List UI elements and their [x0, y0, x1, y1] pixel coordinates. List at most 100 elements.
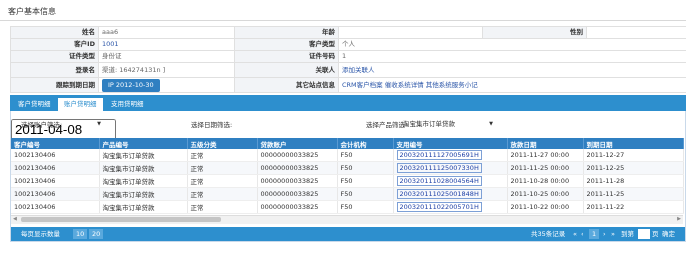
detail-tabs: 客户贷明细 账户贷明细 支用贷明细: [10, 95, 686, 111]
cell-client-no: 1002130406: [11, 200, 100, 214]
cell-classification: 正常: [187, 200, 258, 214]
client-id-label: 客户ID: [10, 38, 99, 51]
page-number-input[interactable]: [638, 229, 650, 239]
header-accounting-org[interactable]: 会计机构: [337, 138, 394, 149]
tab-account-loans[interactable]: 账户贷明细: [58, 98, 103, 111]
product-filter-value: 淘宝集市订单贷款: [403, 120, 455, 128]
next-page-button[interactable]: ›: [603, 227, 606, 241]
cell-due-date: 2011-11-22: [583, 200, 684, 214]
age-label: 年龄: [234, 26, 339, 39]
cell-product-no: 淘宝集市订单贷款: [99, 161, 188, 175]
page-size-label: 每页显示数量: [21, 230, 60, 238]
cell-accounting-org: F50: [337, 187, 394, 201]
id-number-value: 1: [338, 50, 686, 63]
followup-date-button[interactable]: IP 2012-10-30: [102, 79, 160, 92]
tab-customer-loans[interactable]: 客户贷明细: [12, 98, 57, 111]
header-drawdown-no[interactable]: 支用编号: [393, 138, 508, 149]
first-page-button[interactable]: «: [573, 227, 577, 241]
cell-loan-account: 00000000033825: [257, 174, 338, 188]
table-row[interactable]: 1002130406 淘宝集市订单贷款 正常 00000000033825 F5…: [11, 161, 684, 175]
cell-accounting-org: F50: [337, 174, 394, 188]
header-loan-date[interactable]: 放款日期: [507, 138, 584, 149]
login-label: 登录名: [10, 62, 99, 78]
pagination-bar: 每页显示数量 10 20 共35条记录 « ‹ 1 › » 到第 页 确定: [11, 227, 685, 241]
cell-loan-date: 2011-10-28 00:00: [507, 174, 584, 188]
client-type-value: 个人: [338, 38, 686, 51]
other-site-label: 其它站点信息: [234, 77, 339, 93]
chevron-down-icon: ▼: [489, 121, 493, 127]
name-label: 姓名: [10, 26, 99, 39]
drawdown-link[interactable]: 200320111025001848H: [396, 189, 482, 199]
cell-classification: 正常: [187, 161, 258, 175]
tab-drawdown-loans[interactable]: 支用贷明细: [105, 98, 150, 111]
cell-accounting-org: F50: [337, 161, 394, 175]
contact-label: 关联人: [234, 62, 339, 78]
goto-confirm-button[interactable]: 确定: [662, 227, 675, 241]
page-size-10[interactable]: 10: [73, 229, 88, 239]
goto-label: 到第: [621, 230, 634, 238]
chevron-down-icon: ▼: [97, 121, 101, 127]
id-number-label: 证件号码: [234, 50, 339, 63]
page-header: 客户基本信息: [0, 0, 686, 21]
cell-loan-date: 2011-11-27 00:00: [507, 149, 584, 162]
scroll-left-icon[interactable]: ◀: [13, 216, 17, 222]
table-row[interactable]: 1002130406 淘宝集市订单贷款 正常 00000000033825 F5…: [11, 200, 684, 214]
drawdown-link[interactable]: 200320111022005701H: [396, 202, 482, 212]
customer-info-table: 姓名 aaa6 年龄 性别 客户ID 1001 客户类型 个人 证件类型 身份证…: [10, 26, 686, 93]
account-filter-select[interactable]: ▼: [71, 119, 101, 130]
drawdown-link[interactable]: 200320111125007330H: [396, 163, 482, 173]
cell-product-no: 淘宝集市订单贷款: [99, 149, 188, 162]
cell-product-no: 淘宝集市订单贷款: [99, 187, 188, 201]
header-classification[interactable]: 五级分类: [187, 138, 258, 149]
cell-classification: 正常: [187, 174, 258, 188]
table-header-row: 客户编号 产品编号 五级分类 贷款账户 会计机构 支用编号 放款日期 到期日期: [11, 138, 684, 149]
cell-client-no: 1002130406: [11, 174, 100, 188]
header-loan-account[interactable]: 贷款账户: [257, 138, 338, 149]
add-contact-link[interactable]: 添加关联人: [338, 62, 686, 78]
horizontal-scrollbar[interactable]: ◀ ▶: [11, 215, 683, 224]
table-row[interactable]: 1002130406 淘宝集市订单贷款 正常 00000000033825 F5…: [11, 174, 684, 188]
cell-loan-date: 2011-10-25 00:00: [507, 187, 584, 201]
page-size-20[interactable]: 20: [89, 229, 104, 239]
cell-loan-account: 00000000033825: [257, 149, 338, 162]
account-filter-label: 选择账户筛选:: [21, 121, 63, 129]
header-due-date[interactable]: 到期日期: [583, 138, 684, 149]
cell-client-no: 1002130406: [11, 161, 100, 175]
id-type-value: 身份证: [98, 50, 235, 63]
gender-value: [586, 26, 686, 39]
cell-loan-account: 00000000033825: [257, 161, 338, 175]
scroll-right-icon[interactable]: ▶: [677, 216, 681, 222]
cell-due-date: 2011-12-27: [583, 149, 684, 162]
cell-drawdown-no: 200320111022005701H: [393, 200, 508, 214]
product-filter-label: 选择产品筛选:: [366, 121, 408, 129]
cell-classification: 正常: [187, 187, 258, 201]
cell-loan-date: 2011-11-25 00:00: [507, 161, 584, 175]
followup-date-label: 跟踪到期日期: [10, 77, 99, 93]
id-type-label: 证件类型: [10, 50, 99, 63]
cell-due-date: 2011-11-28: [583, 174, 684, 188]
cell-loan-date: 2011-10-22 00:00: [507, 200, 584, 214]
cell-drawdown-no: 200320111025001848H: [393, 187, 508, 201]
client-id-value: 1001: [98, 38, 235, 51]
cell-accounting-org: F50: [337, 200, 394, 214]
other-site-links[interactable]: CRM客户档案 催收系统详情 其他系统服务小记: [338, 77, 686, 93]
scrollbar-thumb[interactable]: [21, 217, 221, 222]
header-client-no[interactable]: 客户编号: [11, 138, 100, 149]
followup-date-cell: IP 2012-10-30: [98, 77, 235, 93]
header-product-no[interactable]: 产品编号: [99, 138, 188, 149]
loan-detail-panel: 选择账户筛选: ▼ 选择日期筛选: 选择产品筛选: 淘宝集市订单贷款 ▼ 客户编号…: [10, 111, 686, 242]
prev-page-button[interactable]: ‹: [581, 227, 584, 241]
table-row[interactable]: 1002130406 淘宝集市订单贷款 正常 00000000033825 F5…: [11, 149, 684, 162]
drawdown-link[interactable]: 200320111127005691H: [396, 150, 482, 160]
cell-loan-account: 00000000033825: [257, 187, 338, 201]
cell-due-date: 2011-11-25: [583, 187, 684, 201]
last-page-button[interactable]: »: [611, 227, 615, 241]
current-page[interactable]: 1: [589, 229, 600, 239]
cell-client-no: 1002130406: [11, 149, 100, 162]
age-value: [338, 26, 483, 39]
cell-loan-account: 00000000033825: [257, 200, 338, 214]
table-row[interactable]: 1002130406 淘宝集市订单贷款 正常 00000000033825 F5…: [11, 187, 684, 201]
drawdown-link[interactable]: 200320111028004564H: [396, 176, 482, 186]
name-value: aaa6: [98, 26, 235, 39]
product-filter-select[interactable]: 淘宝集市订单贷款 ▼: [403, 119, 493, 130]
